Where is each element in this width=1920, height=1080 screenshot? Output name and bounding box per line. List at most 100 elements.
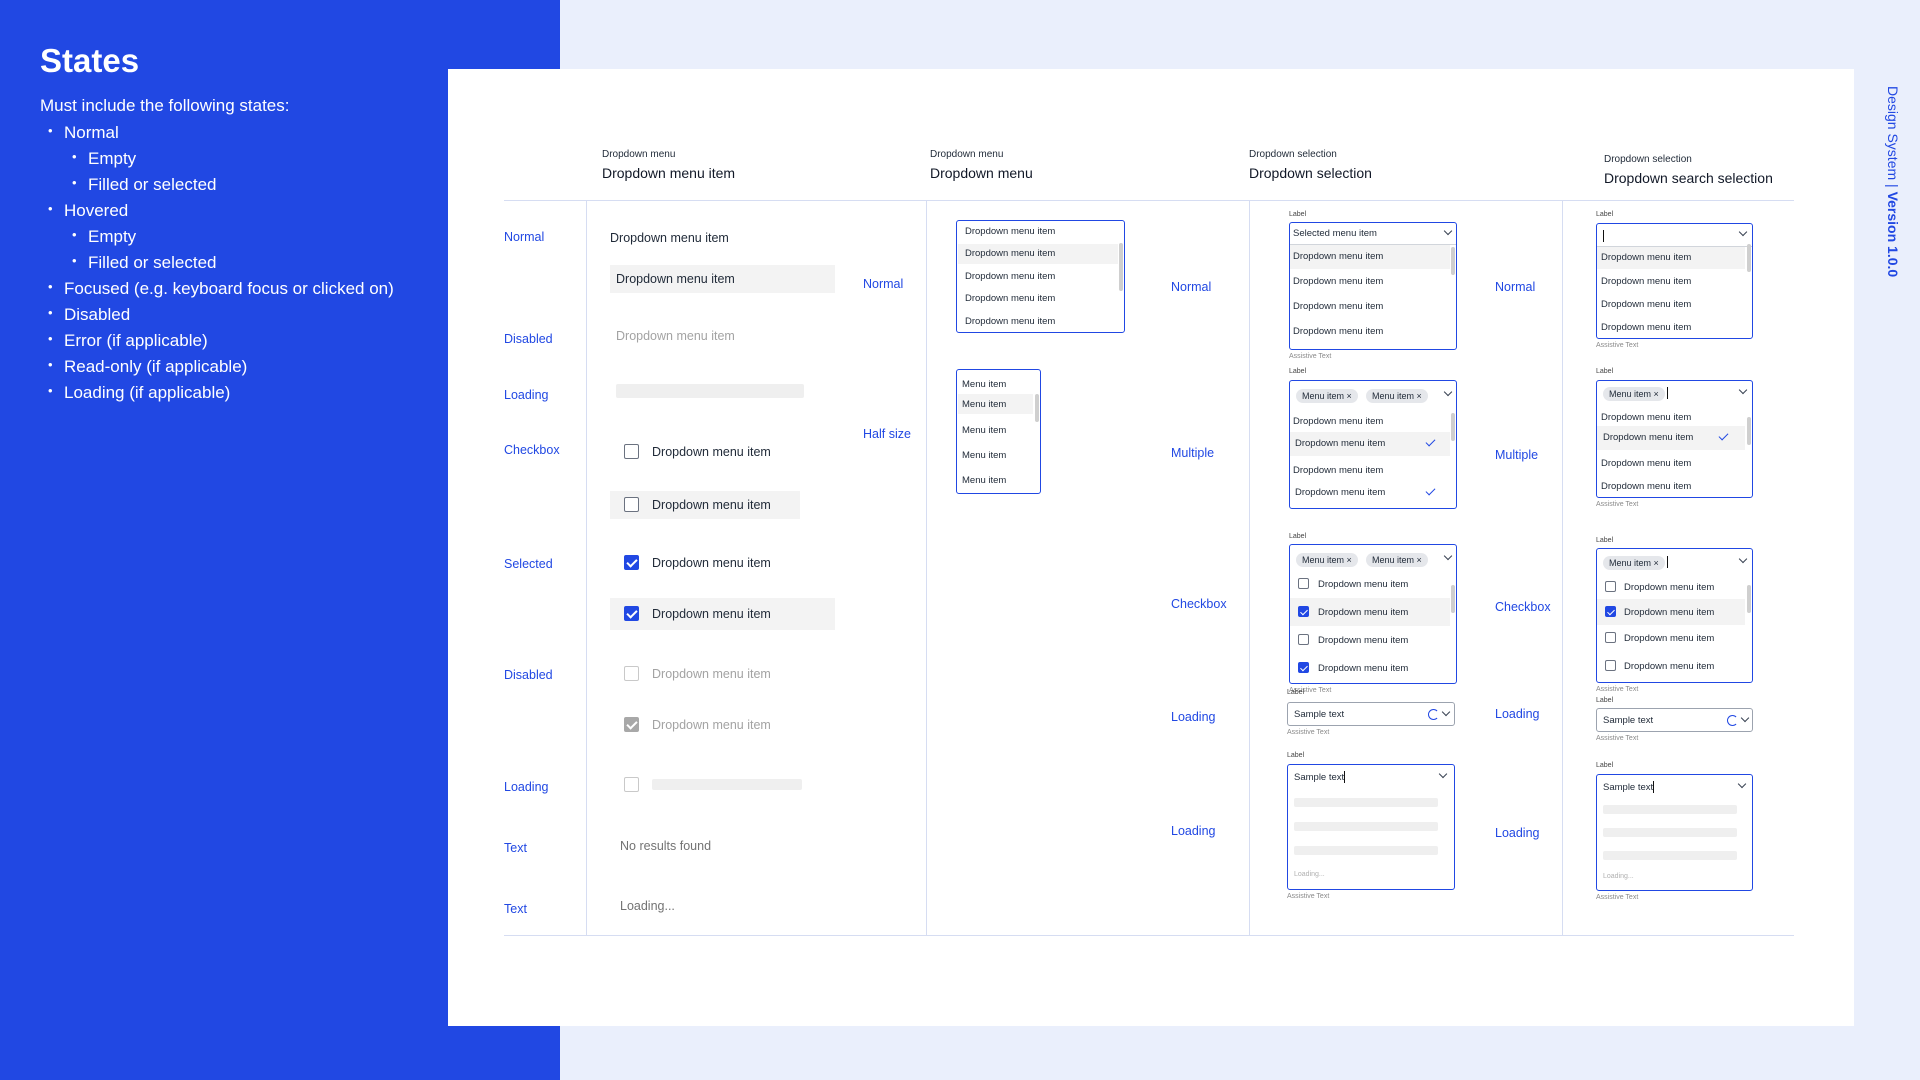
chevron-down-icon[interactable] — [1441, 707, 1451, 717]
list-item[interactable]: Menu item — [962, 450, 1006, 461]
list-item[interactable]: Dropdown menu item — [1601, 412, 1691, 423]
menu-item-hovered[interactable]: Dropdown menu item — [610, 265, 835, 293]
chevron-down-icon[interactable] — [1740, 713, 1750, 723]
list-item[interactable]: Dropdown menu item — [1293, 301, 1383, 312]
list-item[interactable]: Dropdown menu item — [1318, 663, 1408, 674]
scrollbar[interactable] — [1119, 243, 1123, 291]
checkbox-item-disabled: Dropdown menu item — [624, 666, 824, 684]
list-item[interactable]: Dropdown menu item — [1601, 322, 1691, 333]
checkbox-icon[interactable] — [1605, 581, 1616, 592]
scrollbar[interactable] — [1035, 394, 1039, 422]
dropdown-selection-checkbox[interactable]: Menu item × Menu item × Dropdown menu it… — [1289, 544, 1457, 684]
list-item[interactable]: Dropdown menu item — [1601, 252, 1691, 263]
chevron-down-icon[interactable] — [1443, 387, 1453, 397]
checkbox-checked-icon[interactable] — [1298, 606, 1309, 617]
list-item[interactable]: Dropdown menu item — [1318, 607, 1408, 618]
list-item[interactable]: Dropdown menu item — [1624, 661, 1714, 672]
list-item-selected[interactable]: Dropdown menu item — [1295, 487, 1385, 498]
dropdown-selection-normal[interactable]: Selected menu item Dropdown menu item Dr… — [1289, 222, 1457, 350]
chevron-down-icon[interactable] — [1443, 551, 1453, 561]
list-item[interactable]: Dropdown menu item — [1293, 465, 1383, 476]
state-label-loading: Loading — [1495, 826, 1540, 840]
dropdown-search-normal[interactable]: Dropdown menu item Dropdown menu item Dr… — [1596, 223, 1753, 339]
list-item[interactable]: Dropdown menu item — [1624, 582, 1714, 593]
checkbox-item-selected-hovered[interactable]: Dropdown menu item — [610, 598, 835, 630]
list-item-selected[interactable]: Dropdown menu item — [1603, 432, 1693, 443]
chip-remove-icon[interactable]: × — [1654, 558, 1659, 568]
menu-item-normal[interactable]: Dropdown menu item — [610, 231, 835, 255]
checkbox-checked-icon[interactable] — [624, 606, 639, 621]
state-label-half-size: Half size — [863, 427, 911, 441]
checkbox-item[interactable]: Dropdown menu item — [624, 444, 824, 462]
chip-remove-icon[interactable]: × — [1417, 391, 1422, 401]
dropdown-search-loading-field[interactable]: Sample text — [1596, 708, 1753, 732]
selected-chip[interactable]: Menu item × — [1296, 553, 1358, 567]
scrollbar[interactable] — [1451, 413, 1455, 441]
list-item[interactable]: Menu item — [962, 379, 1006, 390]
dropdown-menu-half-size[interactable]: Menu item Menu item Menu item Menu item … — [956, 369, 1041, 494]
checkbox-icon[interactable] — [1298, 634, 1309, 645]
list-item[interactable]: Dropdown menu item — [1318, 635, 1408, 646]
list-item[interactable]: Dropdown menu item — [1601, 458, 1691, 469]
checkbox-icon[interactable] — [1605, 632, 1616, 643]
list-item[interactable]: Dropdown menu item — [1293, 276, 1383, 287]
chip-remove-icon[interactable]: × — [1654, 389, 1659, 399]
list-item[interactable]: Dropdown menu item — [965, 248, 1055, 259]
scrollbar[interactable] — [1451, 585, 1455, 613]
list-item[interactable]: Menu item — [962, 399, 1006, 410]
selected-chip[interactable]: Menu item × — [1296, 389, 1358, 403]
list-item[interactable]: Dropdown menu item — [965, 271, 1055, 282]
chip-remove-icon[interactable]: × — [1417, 555, 1422, 565]
list-item[interactable]: Dropdown menu item — [1624, 633, 1714, 644]
list-item[interactable]: Dropdown menu item — [965, 293, 1055, 304]
scrollbar[interactable] — [1747, 585, 1751, 613]
scrollbar[interactable] — [1747, 417, 1751, 445]
chevron-down-icon[interactable] — [1737, 779, 1747, 789]
dropdown-loading-field[interactable]: Sample text — [1287, 702, 1455, 726]
selected-chip[interactable]: Menu item × — [1366, 389, 1428, 403]
dropdown-search-checkbox[interactable]: Menu item × Dropdown menu item Dropdown … — [1596, 548, 1753, 683]
checkbox-icon[interactable] — [1605, 660, 1616, 671]
chevron-down-icon[interactable] — [1438, 769, 1448, 779]
dropdown-selection-multiple[interactable]: Menu item × Menu item × Dropdown menu it… — [1289, 380, 1457, 509]
checkbox-checked-icon[interactable] — [1298, 662, 1309, 673]
selected-chip[interactable]: Menu item × — [1366, 553, 1428, 567]
checkbox-item-hovered[interactable]: Dropdown menu item — [610, 491, 800, 519]
checkbox-icon[interactable] — [624, 444, 639, 459]
list-item[interactable]: Dropdown menu item — [1318, 579, 1408, 590]
chip-remove-icon[interactable]: × — [1347, 391, 1352, 401]
list-item[interactable]: Dropdown menu item — [1293, 416, 1383, 427]
list-item[interactable]: Dropdown menu item — [965, 226, 1055, 237]
chip-remove-icon[interactable]: × — [1347, 555, 1352, 565]
list-item[interactable]: Menu item — [962, 475, 1006, 486]
scrollbar[interactable] — [1747, 244, 1751, 272]
checkbox-checked-icon[interactable] — [1605, 606, 1616, 617]
list-item[interactable]: Menu item — [962, 425, 1006, 436]
dropdown-loading-results[interactable]: Sample text Loading... — [1287, 764, 1455, 890]
dropdown-search-multiple[interactable]: Menu item × Dropdown menu item Dropdown … — [1596, 380, 1753, 498]
list-item[interactable]: Dropdown menu item — [1293, 251, 1383, 262]
list-item[interactable]: Dropdown menu item — [1601, 481, 1691, 492]
list-item-selected[interactable]: Dropdown menu item — [1295, 438, 1385, 449]
selected-chip[interactable]: Menu item × — [1603, 556, 1665, 570]
checkbox-checked-icon[interactable] — [624, 555, 639, 570]
dropdown-menu-normal[interactable]: Dropdown menu item Dropdown menu item Dr… — [956, 220, 1125, 333]
chevron-down-icon[interactable] — [1443, 226, 1453, 236]
chevron-down-icon[interactable] — [1738, 554, 1748, 564]
list-item[interactable]: Dropdown menu item — [1601, 276, 1691, 287]
chip-label: Menu item — [1302, 555, 1345, 565]
chevron-down-icon[interactable] — [1738, 385, 1748, 395]
list-item[interactable]: Dropdown menu item — [1293, 326, 1383, 337]
col3-header-small: Dropdown selection — [1249, 149, 1337, 160]
checkbox-icon[interactable] — [1298, 578, 1309, 589]
column-divider — [926, 200, 927, 935]
dropdown-search-loading-results[interactable]: Sample text Loading... — [1596, 774, 1753, 891]
chevron-down-icon[interactable] — [1738, 227, 1748, 237]
list-item[interactable]: Dropdown menu item — [965, 316, 1055, 327]
list-item[interactable]: Dropdown menu item — [1601, 299, 1691, 310]
checkbox-icon[interactable] — [624, 497, 639, 512]
list-item[interactable]: Dropdown menu item — [1624, 607, 1714, 618]
scrollbar[interactable] — [1451, 247, 1455, 275]
checkbox-item-selected[interactable]: Dropdown menu item — [624, 555, 824, 573]
selected-chip[interactable]: Menu item × — [1603, 387, 1665, 401]
